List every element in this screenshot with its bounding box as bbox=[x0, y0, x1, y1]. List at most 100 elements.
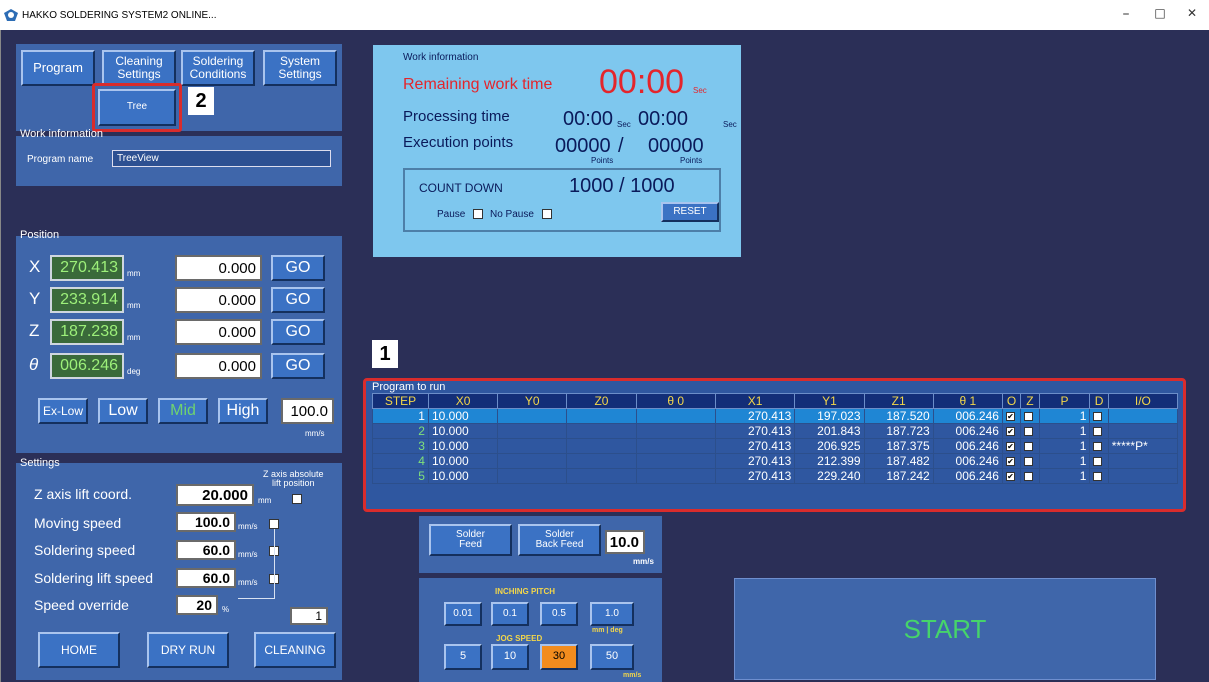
cleaning-button[interactable]: CLEANING bbox=[254, 632, 336, 668]
dry-run-button[interactable]: DRY RUN bbox=[147, 632, 229, 668]
exec-points-label: Execution points bbox=[403, 134, 514, 151]
program-table-label: Program to run bbox=[372, 381, 446, 393]
soldering-conditions-button[interactable]: Soldering Conditions bbox=[181, 50, 255, 86]
go-button[interactable]: GO bbox=[271, 319, 325, 345]
moving-speed-checkbox[interactable] bbox=[269, 519, 279, 529]
speed-mid-button[interactable]: Mid bbox=[158, 398, 208, 424]
solder-speed-field[interactable]: 10.0 bbox=[605, 530, 645, 554]
d-checkbox[interactable] bbox=[1089, 468, 1109, 484]
table-row[interactable]: 4 10.000 270.413 212.399 187.482 006.246… bbox=[372, 453, 1179, 469]
jog-speed-unit: mm/s bbox=[305, 429, 325, 438]
jog-speed-button[interactable]: 30 bbox=[540, 644, 578, 670]
z-checkbox[interactable] bbox=[1020, 468, 1040, 484]
reset-button[interactable]: RESET bbox=[661, 202, 719, 222]
d-checkbox[interactable] bbox=[1089, 408, 1109, 424]
counter-field[interactable]: 1 bbox=[290, 607, 328, 625]
no-pause-checkbox[interactable] bbox=[542, 209, 552, 219]
processing-sec-1: Sec bbox=[617, 120, 631, 129]
o-checkbox[interactable]: ✔ bbox=[1001, 468, 1022, 484]
pitch-unit: mm | deg bbox=[592, 627, 623, 634]
close-button[interactable]: ✕ bbox=[1182, 6, 1202, 20]
solder-back-feed-button[interactable]: Solder Back Feed bbox=[518, 524, 601, 556]
y0-cell bbox=[497, 408, 568, 424]
solder-feed-button[interactable]: Solder Feed bbox=[429, 524, 512, 556]
pitch-button[interactable]: 0.01 bbox=[444, 602, 482, 626]
soldering-speed-field[interactable]: 60.0 bbox=[176, 540, 236, 560]
o-checkbox[interactable]: ✔ bbox=[1001, 408, 1022, 424]
z1-cell: 187.723 bbox=[863, 423, 934, 439]
jog-speed-button[interactable]: 10 bbox=[491, 644, 529, 670]
z1-cell: 187.242 bbox=[863, 468, 934, 484]
speed-low-button[interactable]: Low bbox=[98, 398, 148, 424]
o-checkbox[interactable]: ✔ bbox=[1001, 453, 1022, 469]
z-lift-field[interactable]: 20.000 bbox=[176, 484, 254, 506]
z-abs-lift-checkbox[interactable] bbox=[292, 494, 302, 504]
speed-high-button[interactable]: High bbox=[218, 398, 268, 424]
p-cell: 1 bbox=[1038, 423, 1091, 439]
z-checkbox[interactable] bbox=[1020, 423, 1040, 439]
y0-cell bbox=[497, 423, 568, 439]
go-button[interactable]: GO bbox=[271, 255, 325, 281]
table-header: I/O bbox=[1107, 393, 1179, 409]
position-unit: deg bbox=[127, 367, 141, 376]
speed-override-label: Speed override bbox=[34, 597, 129, 613]
pitch-button[interactable]: 0.5 bbox=[540, 602, 578, 626]
z-checkbox[interactable] bbox=[1020, 453, 1040, 469]
tree-button[interactable]: Tree bbox=[98, 89, 176, 126]
target-position-field[interactable]: 0.000 bbox=[175, 287, 262, 313]
table-header: STEP bbox=[372, 393, 429, 409]
home-button[interactable]: HOME bbox=[38, 632, 120, 668]
table-row[interactable]: 5 10.000 270.413 229.240 187.242 006.246… bbox=[372, 468, 1179, 484]
table-row[interactable]: 3 10.000 270.413 206.925 187.375 006.246… bbox=[372, 438, 1179, 454]
jog-speed-button[interactable]: 50 bbox=[590, 644, 634, 670]
jog-speed-button[interactable]: 5 bbox=[444, 644, 482, 670]
target-position-field[interactable]: 0.000 bbox=[175, 319, 262, 345]
d-checkbox[interactable] bbox=[1089, 423, 1109, 439]
window-title: HAKKO SOLDERING SYSTEM2 ONLINE... bbox=[22, 10, 217, 21]
target-position-field[interactable]: 0.000 bbox=[175, 353, 262, 379]
z-checkbox[interactable] bbox=[1020, 408, 1040, 424]
cleaning-settings-button[interactable]: Cleaning Settings bbox=[102, 50, 176, 86]
speed-override-field[interactable]: 20 bbox=[176, 595, 218, 615]
table-header: Z bbox=[1020, 393, 1040, 409]
table-header: D bbox=[1089, 393, 1109, 409]
speed-exlow-button[interactable]: Ex-Low bbox=[38, 398, 88, 424]
io-cell bbox=[1107, 468, 1179, 484]
pause-checkbox[interactable] bbox=[473, 209, 483, 219]
z1-cell: 187.520 bbox=[863, 408, 934, 424]
system-settings-button[interactable]: System Settings bbox=[263, 50, 337, 86]
pitch-button[interactable]: 0.1 bbox=[491, 602, 529, 626]
processing-value-2: 00:00 bbox=[638, 108, 689, 130]
table-row[interactable]: 1 10.000 270.413 197.023 187.520 006.246… bbox=[372, 408, 1179, 424]
table-header: X1 bbox=[714, 393, 796, 409]
t1-cell: 006.246 bbox=[932, 423, 1003, 439]
speed-override-unit: % bbox=[222, 605, 230, 614]
table-header: Z1 bbox=[863, 393, 934, 409]
remaining-value: 00:00 bbox=[599, 63, 685, 101]
program-name-field[interactable]: TreeView bbox=[112, 150, 331, 167]
d-checkbox[interactable] bbox=[1089, 453, 1109, 469]
program-button[interactable]: Program bbox=[21, 50, 95, 86]
lift-speed-field[interactable]: 60.0 bbox=[176, 568, 236, 588]
z0-cell bbox=[566, 468, 637, 484]
go-button[interactable]: GO bbox=[271, 287, 325, 313]
table-header: θ 1 bbox=[932, 393, 1003, 409]
go-button[interactable]: GO bbox=[271, 353, 325, 379]
o-checkbox[interactable]: ✔ bbox=[1001, 438, 1022, 454]
table-row[interactable]: 2 10.000 270.413 201.843 187.723 006.246… bbox=[372, 423, 1179, 439]
exec-value-1: 00000 bbox=[555, 135, 611, 157]
target-position-field[interactable]: 0.000 bbox=[175, 255, 262, 281]
maximize-button[interactable]: □ bbox=[1150, 6, 1170, 20]
step-cell: 4 bbox=[372, 453, 429, 469]
z-checkbox[interactable] bbox=[1020, 438, 1040, 454]
o-checkbox[interactable]: ✔ bbox=[1001, 423, 1022, 439]
d-checkbox[interactable] bbox=[1089, 438, 1109, 454]
moving-speed-field[interactable]: 100.0 bbox=[176, 512, 236, 532]
t0-cell bbox=[635, 468, 716, 484]
pause-label: Pause bbox=[437, 209, 466, 220]
minimize-button[interactable]: – bbox=[1116, 6, 1136, 22]
start-button[interactable]: START bbox=[734, 578, 1156, 680]
pitch-button[interactable]: 1.0 bbox=[590, 602, 634, 626]
jog-speed-field[interactable]: 100.0 bbox=[281, 398, 334, 424]
current-position-field: 270.413 bbox=[50, 255, 124, 281]
